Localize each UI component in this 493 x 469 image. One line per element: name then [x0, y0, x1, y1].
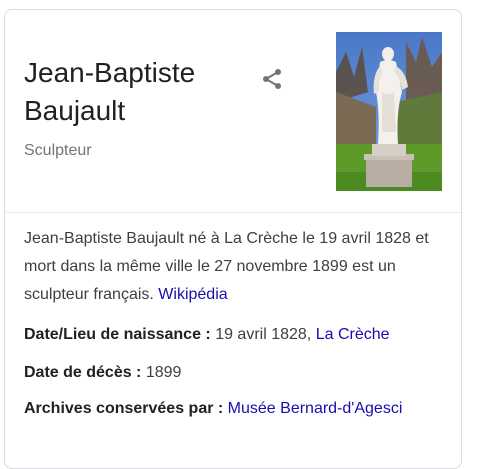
share-icon[interactable]	[258, 65, 286, 93]
panel-body: Jean-Baptiste Baujault né à La Crèche le…	[24, 225, 454, 421]
fact-value: 19 avril 1828,	[215, 326, 312, 343]
panel-subtitle: Sculpteur	[24, 142, 92, 159]
fact-label: Date de décès :	[24, 364, 142, 381]
description: Jean-Baptiste Baujault né à La Crèche le…	[24, 225, 454, 309]
fact-birth: Date/Lieu de naissance : 19 avril 1828, …	[24, 323, 454, 347]
archives-link[interactable]: Musée Bernard-d'Agesci	[228, 400, 403, 417]
statue-photo-image	[336, 32, 442, 191]
panel-title: Jean-Baptiste Baujault	[24, 57, 196, 126]
birthplace-link[interactable]: La Crèche	[316, 326, 390, 343]
share-icon-glyph	[263, 69, 281, 89]
fact-death: Date de décès : 1899	[24, 361, 454, 385]
fact-label: Archives conservées par :	[24, 400, 224, 417]
fact-label: Date/Lieu de naissance :	[24, 326, 211, 343]
fact-value: 1899	[145, 364, 182, 381]
fact-archives: Archives conservées par : Musée Bernard-…	[24, 397, 454, 421]
statue-photo[interactable]	[336, 32, 442, 191]
panel-header: Jean-Baptiste Baujault Sculpteur	[5, 10, 461, 213]
wikipedia-link[interactable]: Wikipédia	[158, 286, 227, 303]
knowledge-panel: Jean-Baptiste Baujault Sculpteur Jean-Ba…	[4, 9, 462, 469]
